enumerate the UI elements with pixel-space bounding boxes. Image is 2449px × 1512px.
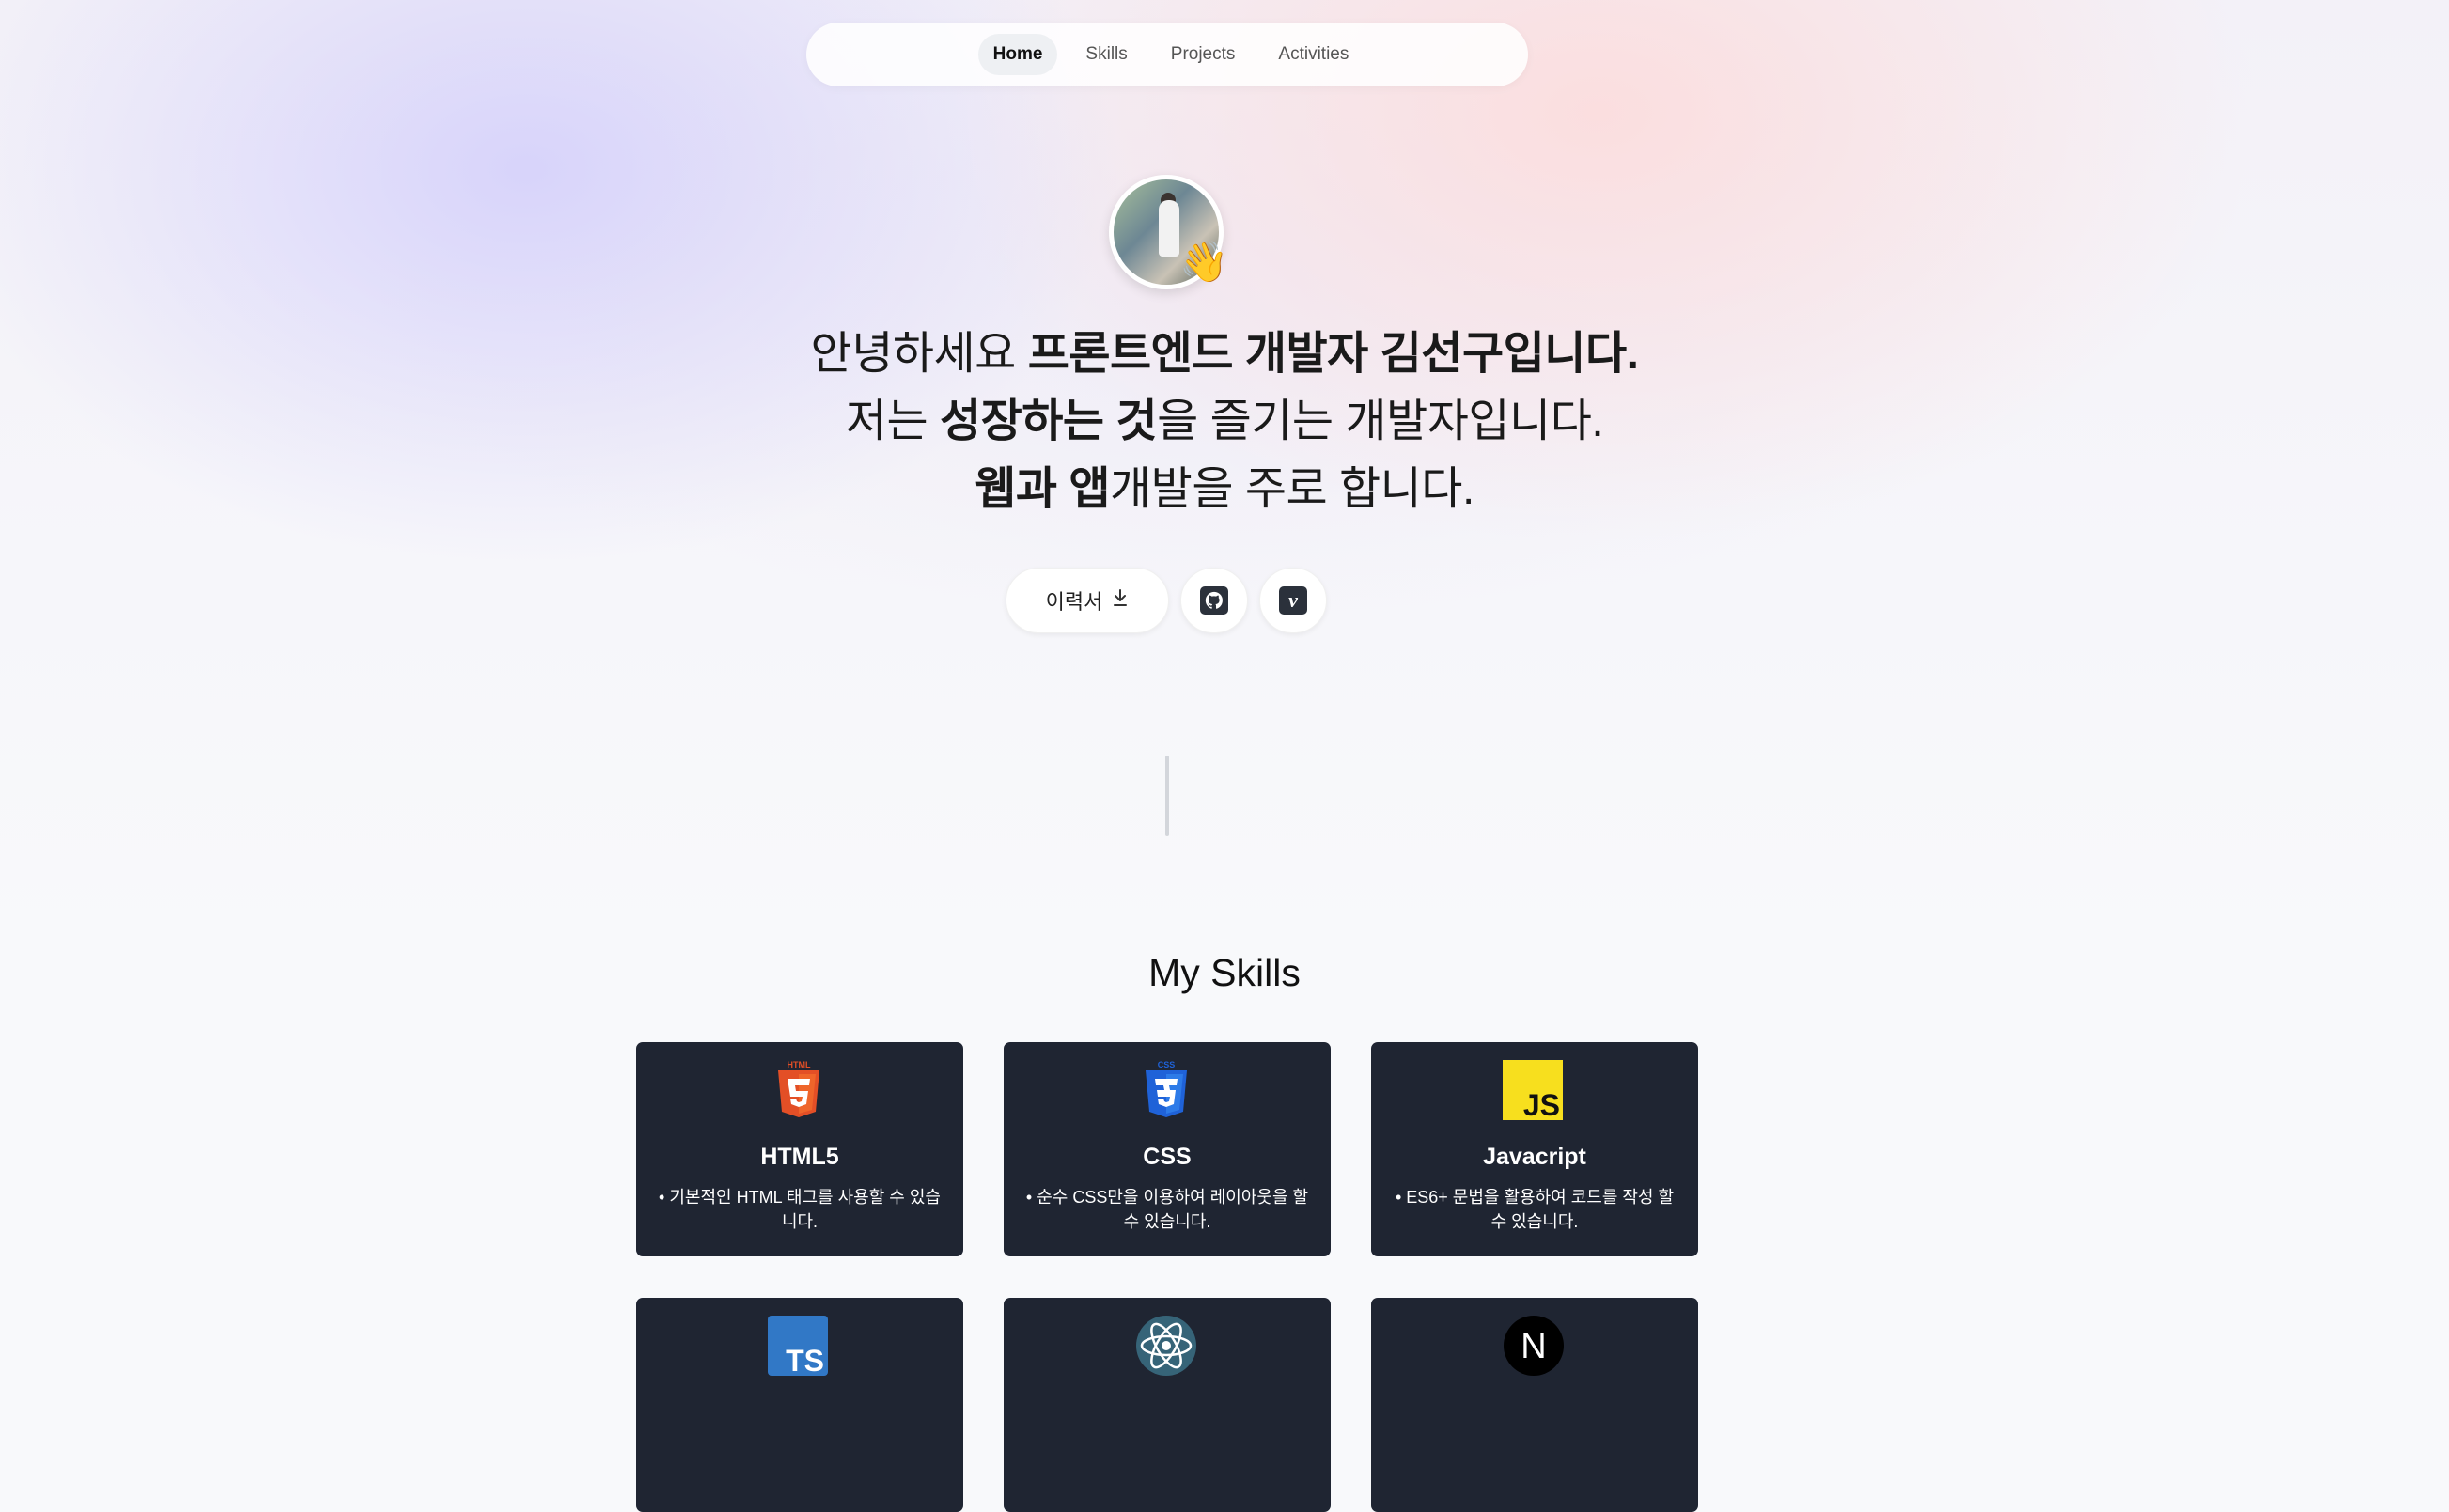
hero-line-1-bold: 프론트엔드 개발자 김선구입니다. (1027, 329, 1639, 379)
hero-line-3-normal: 개발을 주로 합니다. (1110, 464, 1474, 514)
nav-activities[interactable]: Activities (1263, 34, 1364, 75)
velog-icon: v (1279, 586, 1307, 615)
svg-text:N: N (1521, 1327, 1546, 1366)
nav-home[interactable]: Home (977, 34, 1058, 75)
resume-button[interactable]: 이력서 (1006, 568, 1169, 633)
skill-card-typescript: TS (636, 1298, 963, 1512)
resume-label: 이력서 (1045, 590, 1103, 614)
skill-card-css: CSS CSS • 순수 CSS만을 이용하여 레이아웃을 할 수 있습니다. (1004, 1042, 1331, 1256)
skill-name: CSS (1143, 1144, 1192, 1170)
skills-title: My Skills (1148, 951, 1301, 994)
wave-emoji: 👋 (1179, 240, 1229, 284)
hero-actions: 이력서 v (1006, 568, 1327, 633)
skill-desc: • ES6+ 문법을 활용하여 코드를 작성 할 수 있습니다. (1395, 1188, 1675, 1231)
typescript-icon: TS (768, 1315, 830, 1378)
svg-text:CSS: CSS (1158, 1060, 1176, 1069)
velog-glyph: v (1288, 588, 1298, 612)
skill-card-nextjs: N (1371, 1298, 1698, 1512)
nav-projects[interactable]: Projects (1156, 34, 1251, 75)
skill-card-javascript: JS Javacript • ES6+ 문법을 활용하여 코드를 작성 할 수 … (1371, 1042, 1698, 1256)
hero-line-3: 웹과 앱개발을 주로 합니다. (0, 451, 2449, 517)
html5-icon: HTML (768, 1059, 830, 1121)
svg-text:TS: TS (786, 1344, 824, 1377)
scroll-divider (1165, 756, 1169, 836)
svg-text:JS: JS (1523, 1088, 1560, 1121)
hero-line-1-normal: 안녕하세요 (810, 329, 1028, 379)
css3-icon: CSS (1135, 1059, 1197, 1121)
avatar-figure-body (1159, 200, 1179, 257)
download-icon (1112, 588, 1129, 613)
github-button[interactable] (1180, 568, 1248, 633)
skill-desc: • 순수 CSS만을 이용하여 레이아웃을 할 수 있습니다. (1025, 1188, 1309, 1231)
svg-text:HTML: HTML (788, 1060, 811, 1069)
skill-name: HTML5 (760, 1144, 839, 1170)
skill-card-react (1004, 1298, 1331, 1512)
hero-line-2-normal-b: 을 즐기는 개발자입니다. (1157, 397, 1604, 446)
hero-line-2-normal-a: 저는 (845, 397, 940, 446)
nav-skills[interactable]: Skills (1070, 34, 1142, 75)
hero-line-1: 안녕하세요 프론트엔드 개발자 김선구입니다. (0, 316, 2449, 382)
react-icon (1135, 1315, 1197, 1377)
github-icon (1200, 586, 1228, 615)
velog-button[interactable]: v (1259, 568, 1327, 633)
skill-card-html5: HTML HTML5 • 기본적인 HTML 태그를 사용할 수 있습니다. (636, 1042, 963, 1256)
hero-line-3-bold: 웹과 앱 (975, 464, 1111, 514)
nextjs-icon: N (1503, 1315, 1565, 1377)
javascript-icon: JS (1503, 1059, 1565, 1122)
top-nav: Home Skills Projects Activities (806, 23, 1528, 86)
skill-name: Javacript (1483, 1144, 1586, 1170)
hero-line-2: 저는 성장하는 것을 즐기는 개발자입니다. (0, 383, 2449, 449)
hero-line-2-bold: 성장하는 것 (939, 397, 1158, 446)
skill-desc: • 기본적인 HTML 태그를 사용할 수 있습니다. (659, 1188, 941, 1231)
